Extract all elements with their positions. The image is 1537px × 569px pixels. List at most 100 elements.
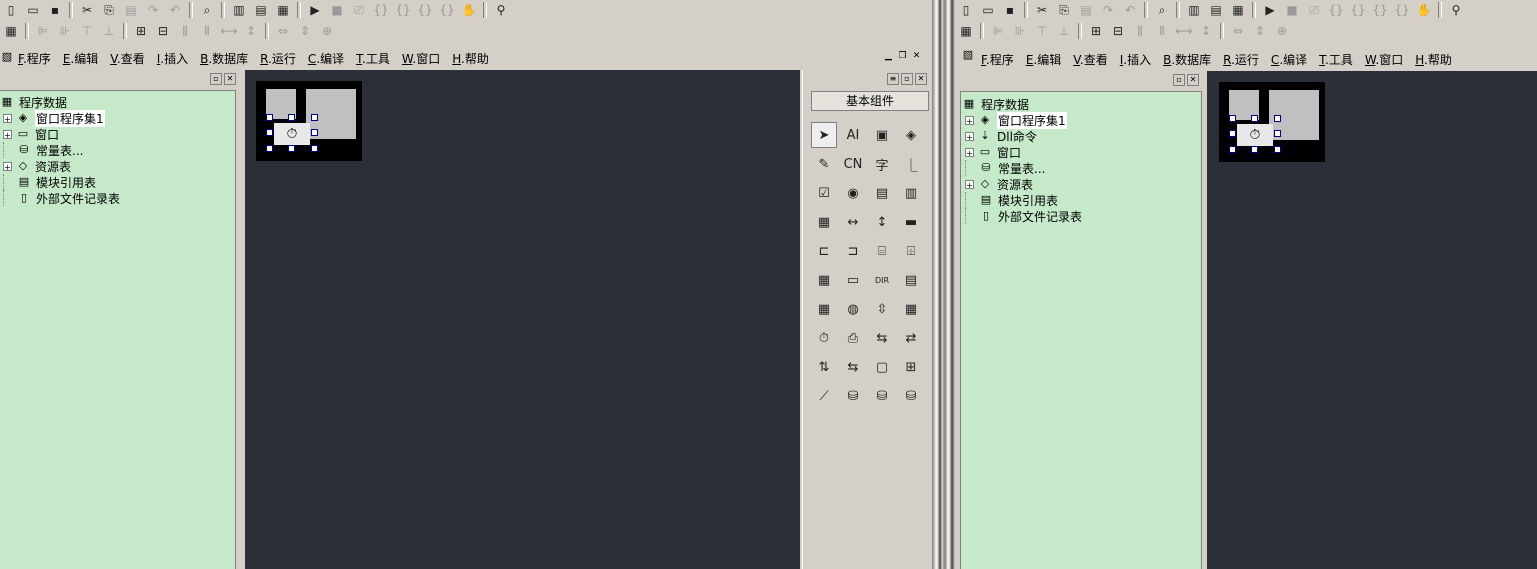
layout3-icon[interactable]: ▦ [272,1,294,19]
resize-handle[interactable] [266,145,273,152]
hand-icon[interactable]: ✋ [458,1,480,19]
step1-icon[interactable]: ⎚ [1303,1,1325,19]
same-width-icon[interactable]: ⟷ [218,22,240,40]
picture-icon[interactable]: ▣ [869,122,895,148]
net4-icon[interactable]: ⇆ [840,354,866,380]
align-left-icon[interactable]: ⊫ [32,22,54,40]
text-char-icon[interactable]: 字 [869,151,895,177]
menu-compile[interactable]: C.编译 [302,50,350,67]
menu-insert[interactable]: I.插入 [151,50,194,67]
layout3-icon[interactable]: ▦ [1227,1,1249,19]
stop-icon[interactable]: ■ [1281,1,1303,19]
panel-close-icon[interactable]: ✕ [915,73,927,85]
help-binoculars-icon[interactable]: ⚲ [490,1,512,19]
listview-icon[interactable]: ▦ [811,267,837,293]
menu-database[interactable]: B.数据库 [1157,51,1217,68]
dir-icon[interactable]: DIR [869,267,895,293]
radio-icon[interactable]: ◉ [840,180,866,206]
expand-icon[interactable]: + [3,161,12,172]
layout1-icon[interactable]: ▥ [228,1,250,19]
net1-icon[interactable]: ⇆ [869,325,895,351]
space-v-icon[interactable]: ⫴ [1151,22,1173,40]
hand-icon[interactable]: ✋ [1413,1,1435,19]
paste-icon[interactable]: ▤ [120,1,142,19]
resize-handle[interactable] [1251,115,1258,122]
chart-icon[interactable]: ⟋ [811,383,837,409]
menu-view[interactable]: V.查看 [104,50,151,67]
stop-icon[interactable]: ■ [326,1,348,19]
calendar-icon[interactable]: ▦ [811,296,837,322]
odbc1-icon[interactable]: ⛁ [840,383,866,409]
resize-handle[interactable] [288,114,295,121]
tree-item-modules[interactable]: ▤ 模块引用表 [965,192,1058,208]
button-cn-icon[interactable]: CN [840,151,866,177]
resize-handle[interactable] [1274,130,1281,137]
center-v-icon[interactable]: ⊟ [152,22,174,40]
window-preview[interactable]: ⏱ [1219,82,1325,162]
step3-icon[interactable]: {} [1347,1,1369,19]
grid-icon[interactable]: ▦ [811,209,837,235]
menu-tools[interactable]: T.工具 [350,50,396,67]
size-both-icon[interactable]: ⊕ [316,22,338,40]
resize-handle[interactable] [266,129,273,136]
align-bottom-icon[interactable]: ⊥ [98,22,120,40]
tab-b-icon[interactable]: ⊐ [840,238,866,264]
menu-database[interactable]: B.数据库 [194,50,254,67]
tab-d-icon[interactable]: ⌹ [898,238,924,264]
menu-edit[interactable]: E.编辑 [1020,51,1067,68]
cut-icon[interactable]: ✂ [76,1,98,19]
resize-handle[interactable] [288,145,295,152]
datetime-icon[interactable]: ▦ [898,296,924,322]
redo-icon[interactable]: ↷ [142,1,164,19]
menu-window[interactable]: W.窗口 [396,50,446,67]
expand-icon[interactable]: + [965,131,974,142]
copy-icon[interactable]: ⎘ [1053,1,1075,19]
menu-edit[interactable]: E.编辑 [57,50,104,67]
space-h-icon[interactable]: ⫼ [174,22,196,40]
layout2-icon[interactable]: ▤ [250,1,272,19]
center-v-icon[interactable]: ⊟ [1107,22,1129,40]
panel-float-icon[interactable]: ▫ [210,73,222,85]
same-width-icon[interactable]: ⟷ [1173,22,1195,40]
menu-run[interactable]: R.运行 [254,50,302,67]
expand-icon[interactable]: + [3,113,12,124]
tree-item-resources[interactable]: + ◇ 资源表 [3,158,71,174]
cut-icon[interactable]: ✂ [1031,1,1053,19]
tree-root[interactable]: ▦ 程序数据 [961,96,1029,112]
center-h-icon[interactable]: ⊞ [130,22,152,40]
align-left-icon[interactable]: ⊫ [987,22,1009,40]
design-canvas[interactable]: ⏱ [1207,71,1537,569]
space-h-icon[interactable]: ⫼ [1129,22,1151,40]
resize-handle[interactable] [311,114,318,121]
step3-icon[interactable]: {} [392,1,414,19]
tree-item-window[interactable]: + ▭ 窗口 [965,144,1021,160]
size-h-icon[interactable]: ⇕ [1249,22,1271,40]
restore-icon[interactable]: ❐ [896,50,909,62]
panel-icon[interactable]: ▢ [869,354,895,380]
web-icon[interactable]: ◍ [840,296,866,322]
tree-item-window[interactable]: + ▭ 窗口 [3,126,59,142]
expand-icon[interactable]: + [965,115,974,126]
run-icon[interactable]: ▶ [304,1,326,19]
step5-icon[interactable]: {} [1391,1,1413,19]
resize-handle[interactable] [1251,146,1258,153]
divider-icon[interactable]: ▬ [898,209,924,235]
list1-icon[interactable]: ▤ [869,180,895,206]
align-right-icon[interactable]: ⊪ [1009,22,1031,40]
step2-icon[interactable]: {} [370,1,392,19]
panel-close-icon[interactable]: ✕ [224,73,236,85]
resize-handle[interactable] [311,129,318,136]
checkbox-icon[interactable]: ☑ [811,180,837,206]
same-height-icon[interactable]: ↕ [1195,22,1217,40]
timer-icon[interactable]: ⏱ [811,325,837,351]
find-icon[interactable]: ⌕ [1151,1,1173,19]
size-h-icon[interactable]: ⇕ [294,22,316,40]
tree-item-external-files[interactable]: ▯ 外部文件记录表 [3,190,120,206]
paste-icon[interactable]: ▤ [1075,1,1097,19]
tree-item-constants[interactable]: ⛁ 常量表... [965,160,1045,176]
palette-title[interactable]: 基本组件 [811,91,929,111]
scroll-h-icon[interactable]: ↔ [840,209,866,235]
size-w-icon[interactable]: ⇔ [1227,22,1249,40]
doc-icon[interactable]: ▤ [898,267,924,293]
odbc2-icon[interactable]: ⛁ [869,383,895,409]
